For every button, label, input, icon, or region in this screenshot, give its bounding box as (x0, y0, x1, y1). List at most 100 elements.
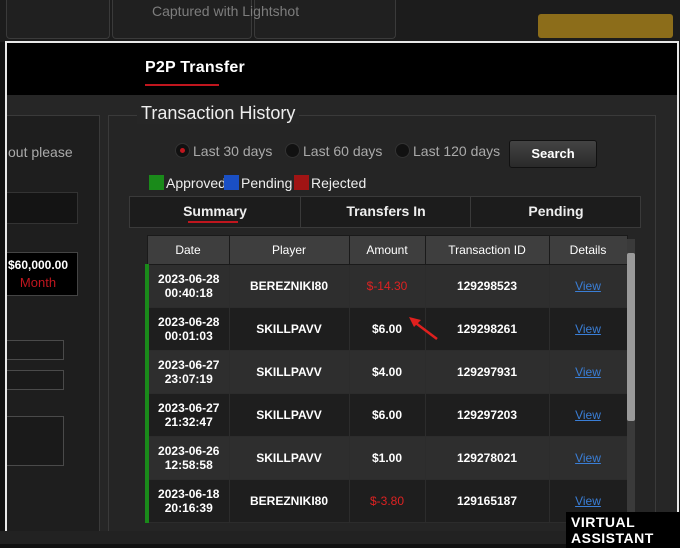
view-link[interactable]: View (575, 494, 601, 508)
captured-window: P2P Transfer out please $60,000.00 Month… (5, 41, 679, 533)
cell-details: View (548, 393, 628, 437)
legend-pending: Pending (241, 175, 293, 191)
rejected-swatch (294, 175, 309, 190)
active-tab-underline (145, 84, 219, 86)
table-row: 2023-06-27 23:07:19 SKILLPAVV $4.00 12929793… (145, 350, 628, 394)
cell-date-time: 12:58:58 (164, 458, 213, 472)
cell-date-time: 21:32:47 (164, 415, 213, 429)
table-row: 2023-06-27 21:32:47 SKILLPAVV $6.00 12929720… (145, 393, 628, 437)
cell-details: View (548, 264, 628, 308)
transactions-table-wrap: Date Player Amount Transaction ID Detail… (145, 235, 637, 533)
view-link[interactable]: View (575, 451, 601, 465)
tab-p2p-transfer[interactable]: P2P Transfer (145, 59, 245, 77)
view-link[interactable]: View (575, 279, 601, 293)
tab-pending[interactable]: Pending (470, 197, 641, 227)
left-panel: out please $60,000.00 Month (7, 115, 100, 533)
cell-date-time: 20:16:39 (164, 501, 213, 515)
lightshot-caption: Captured with Lightshot (152, 3, 300, 19)
table-scrollbar[interactable] (627, 239, 635, 529)
cell-details: View (548, 307, 628, 351)
cell-transaction-id: 129298261 (424, 307, 550, 351)
cell-player: SKILLPAVV (228, 436, 350, 480)
cell-amount: $4.00 (348, 350, 426, 394)
view-link[interactable]: View (575, 365, 601, 379)
cell-amount: $-3.80 (348, 479, 426, 523)
cell-details: View (548, 350, 628, 394)
col-transaction-id: Transaction ID (424, 235, 550, 265)
col-amount: Amount (348, 235, 426, 265)
cell-transaction-id: 129278021 (424, 436, 550, 480)
background-tab (6, 0, 110, 39)
cell-date-day: 2023-06-28 (158, 272, 220, 286)
left-panel-header-bar (7, 192, 78, 224)
tab-summary[interactable]: Summary (130, 197, 300, 227)
cell-date-day: 2023-06-27 (158, 358, 220, 372)
cell-date-day: 2023-06-26 (158, 444, 220, 458)
cell-date: 2023-06-28 00:40:18 (145, 264, 230, 308)
cell-date: 2023-06-18 20:16:39 (145, 479, 230, 523)
cell-date: 2023-06-27 21:32:47 (145, 393, 230, 437)
col-player: Player (228, 235, 350, 265)
view-link[interactable]: View (575, 408, 601, 422)
player-input[interactable] (7, 340, 64, 360)
cell-player: SKILLPAVV (228, 393, 350, 437)
history-tabs: Summary Transfers In Pending (129, 196, 641, 228)
table-row: 2023-06-26 12:58:58 SKILLPAVV $1.00 12927802… (145, 436, 628, 480)
col-date: Date (146, 235, 230, 265)
radio-last-60[interactable] (285, 143, 300, 158)
cell-date-time: 00:40:18 (164, 286, 213, 300)
cell-player: SKILLPAVV (228, 350, 350, 394)
pending-swatch (224, 175, 239, 190)
amount-input[interactable] (7, 370, 64, 390)
radio-last-120[interactable] (395, 143, 410, 158)
radio-label-last-60[interactable]: Last 60 days (303, 143, 382, 159)
virtual-assistant-badge[interactable]: VIRTUAL ASSISTANT (566, 512, 680, 548)
left-panel-text: out please (8, 144, 73, 160)
cell-amount: $1.00 (348, 436, 426, 480)
scrollbar-thumb[interactable] (627, 253, 635, 421)
cell-date-time: 00:01:03 (164, 329, 213, 343)
tab-transfers-in[interactable]: Transfers In (300, 197, 471, 227)
cell-details: View (548, 436, 628, 480)
radio-last-30[interactable] (175, 143, 190, 158)
table-row: 2023-06-28 00:01:03 SKILLPAVV $6.00 12929826… (145, 307, 628, 351)
legend-rejected: Rejected (311, 175, 367, 191)
search-button[interactable]: Search (509, 140, 597, 168)
limit-period: Month (19, 275, 57, 290)
cell-date: 2023-06-27 23:07:19 (145, 350, 230, 394)
approved-swatch (149, 175, 164, 190)
cell-date-time: 23:07:19 (164, 372, 213, 386)
background-gold-button (538, 14, 673, 38)
cell-player: SKILLPAVV (228, 307, 350, 351)
limit-box: $60,000.00 Month (7, 252, 78, 296)
annotation-arrow-icon (409, 317, 438, 340)
cell-amount: $-14.30 (348, 264, 426, 308)
col-details: Details (548, 235, 628, 265)
cell-date-day: 2023-06-18 (158, 487, 220, 501)
cell-amount: $6.00 (348, 393, 426, 437)
cell-transaction-id: 129297203 (424, 393, 550, 437)
limit-amount: $60,000.00 (7, 258, 69, 272)
background-top-strip: Captured with Lightshot (0, 0, 680, 42)
cell-date-day: 2023-06-28 (158, 315, 220, 329)
cell-transaction-id: 129298523 (424, 264, 550, 308)
radio-label-last-120[interactable]: Last 120 days (413, 143, 500, 159)
radio-label-last-30[interactable]: Last 30 days (193, 143, 272, 159)
summary-underline (188, 221, 238, 223)
table-header-row: Date Player Amount Transaction ID Detail… (146, 235, 628, 265)
cell-transaction-id: 129297931 (424, 350, 550, 394)
transactions-table: Date Player Amount Transaction ID Detail… (145, 235, 628, 523)
cell-player: BEREZNIKI80 (228, 264, 350, 308)
legend-approved: Approved (166, 175, 226, 191)
table-row: 2023-06-18 20:16:39 BEREZNIKI80 $-3.80 12916… (145, 479, 628, 523)
section-title: Transaction History (137, 103, 300, 124)
table-row: 2023-06-28 00:40:18 BEREZNIKI80 $-14.30 1292… (145, 264, 628, 308)
cell-date: 2023-06-28 00:01:03 (145, 307, 230, 351)
cell-date-day: 2023-06-27 (158, 401, 220, 415)
view-link[interactable]: View (575, 322, 601, 336)
top-navbar: P2P Transfer (7, 43, 677, 95)
cell-date: 2023-06-26 12:58:58 (145, 436, 230, 480)
tab-summary-label: Summary (183, 203, 247, 219)
cell-transaction-id: 129165187 (424, 479, 550, 523)
note-textarea[interactable] (7, 416, 64, 466)
